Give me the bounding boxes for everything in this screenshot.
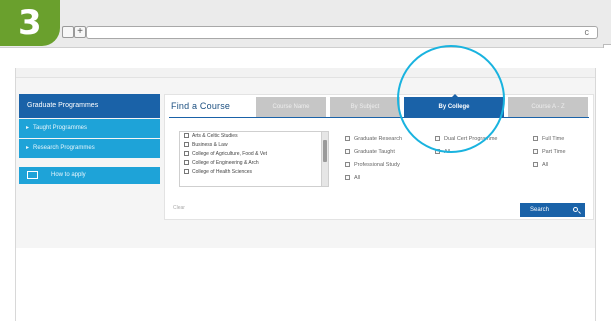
listbox-scrollbar[interactable] <box>321 132 328 186</box>
option-label: Professional Study <box>354 162 400 168</box>
address-bar[interactable]: c <box>86 26 598 39</box>
option-professional-study[interactable]: Professional Study <box>345 161 400 169</box>
list-item-label: Arts & Celtic Studies <box>192 133 238 139</box>
reload-icon[interactable]: c <box>585 27 590 38</box>
highlight-circle <box>397 45 505 153</box>
list-item-label: College of Health Sciences <box>192 169 253 175</box>
list-item-label: College of Engineering & Arch <box>192 160 259 166</box>
list-item[interactable]: College of Agriculture, Food & Vet <box>180 150 328 159</box>
left-nav: Graduate Programmes ▸ Taught Programmes ▸… <box>19 94 160 184</box>
option-study-all[interactable]: All <box>345 174 360 182</box>
screenshot: + c 3 Graduate Programmes ▸ Taught Progra… <box>0 0 611 321</box>
checkbox-icon <box>533 136 538 141</box>
option-label: Full Time <box>542 136 565 142</box>
site-header <box>16 68 595 78</box>
list-item-label: College of Agriculture, Food & Vet <box>192 151 268 157</box>
tab-course-a-z[interactable]: Course A - Z <box>508 97 588 117</box>
tab-course-name[interactable]: Course Name <box>256 97 326 117</box>
checkbox-icon <box>533 162 538 167</box>
checkbox-icon <box>345 136 350 141</box>
bullet-icon: ▸ <box>26 145 30 151</box>
checkbox-icon <box>345 149 350 154</box>
checkbox-icon <box>184 169 189 174</box>
scroll-thumb[interactable] <box>323 140 327 162</box>
nav-button[interactable] <box>62 26 74 38</box>
title-divider <box>169 117 589 118</box>
list-item[interactable]: Arts & Celtic Studies <box>180 132 328 141</box>
checkbox-icon <box>184 133 189 138</box>
plus-icon: + <box>77 26 83 37</box>
new-tab-button[interactable]: + <box>74 26 86 38</box>
option-graduate-research[interactable]: Graduate Research <box>345 135 402 143</box>
list-item[interactable]: Business & Law <box>180 141 328 150</box>
list-item[interactable]: College of Health Sciences <box>180 168 328 177</box>
option-full-time[interactable]: Full Time <box>533 135 564 143</box>
nav-item-research[interactable]: ▸ Research Programmes <box>19 139 160 158</box>
option-label: Graduate Research <box>354 136 402 142</box>
option-graduate-taught[interactable]: Graduate Taught <box>345 148 395 156</box>
bullet-icon: ▸ <box>26 125 30 131</box>
option-label: All <box>354 175 361 181</box>
find-course-panel: Find a Course Course Name By Subject By … <box>164 94 594 220</box>
list-item-label: Business & Law <box>192 142 228 148</box>
list-item[interactable]: College of Engineering & Arch <box>180 159 328 168</box>
checkbox-icon <box>184 142 189 147</box>
browser-chrome: + c <box>0 0 611 48</box>
checkbox-icon <box>533 149 538 154</box>
option-label: All <box>542 162 549 168</box>
website-frame: Graduate Programmes ▸ Taught Programmes ▸… <box>15 68 596 321</box>
search-button[interactable]: Search <box>520 203 585 217</box>
nav-item-label: Research Programmes <box>33 145 95 151</box>
checkbox-icon <box>184 151 189 156</box>
panel-title: Find a Course <box>171 101 231 111</box>
nav-item-taught[interactable]: ▸ Taught Programmes <box>19 119 160 138</box>
tab-by-subject[interactable]: By Subject <box>330 97 400 117</box>
option-part-time[interactable]: Part Time <box>533 148 566 156</box>
how-to-apply-link[interactable]: How to apply <box>19 167 160 184</box>
how-to-apply-label: How to apply <box>51 172 86 178</box>
nav-heading[interactable]: Graduate Programmes <box>19 94 160 118</box>
step-badge: 3 <box>0 0 60 46</box>
tab-edge <box>603 44 611 48</box>
search-icon <box>573 207 578 212</box>
monitor-icon <box>27 171 38 179</box>
option-time-all[interactable]: All <box>533 161 548 169</box>
option-label: Part Time <box>542 149 566 155</box>
search-button-label: Search <box>530 207 550 213</box>
checkbox-icon <box>345 175 350 180</box>
college-listbox[interactable]: Arts & Celtic Studies Business & Law Col… <box>179 131 329 187</box>
checkbox-icon <box>345 162 350 167</box>
clear-link[interactable]: Clear <box>173 205 185 211</box>
checkbox-icon <box>184 160 189 165</box>
option-label: Graduate Taught <box>354 149 395 155</box>
nav-item-label: Taught Programmes <box>33 125 88 131</box>
